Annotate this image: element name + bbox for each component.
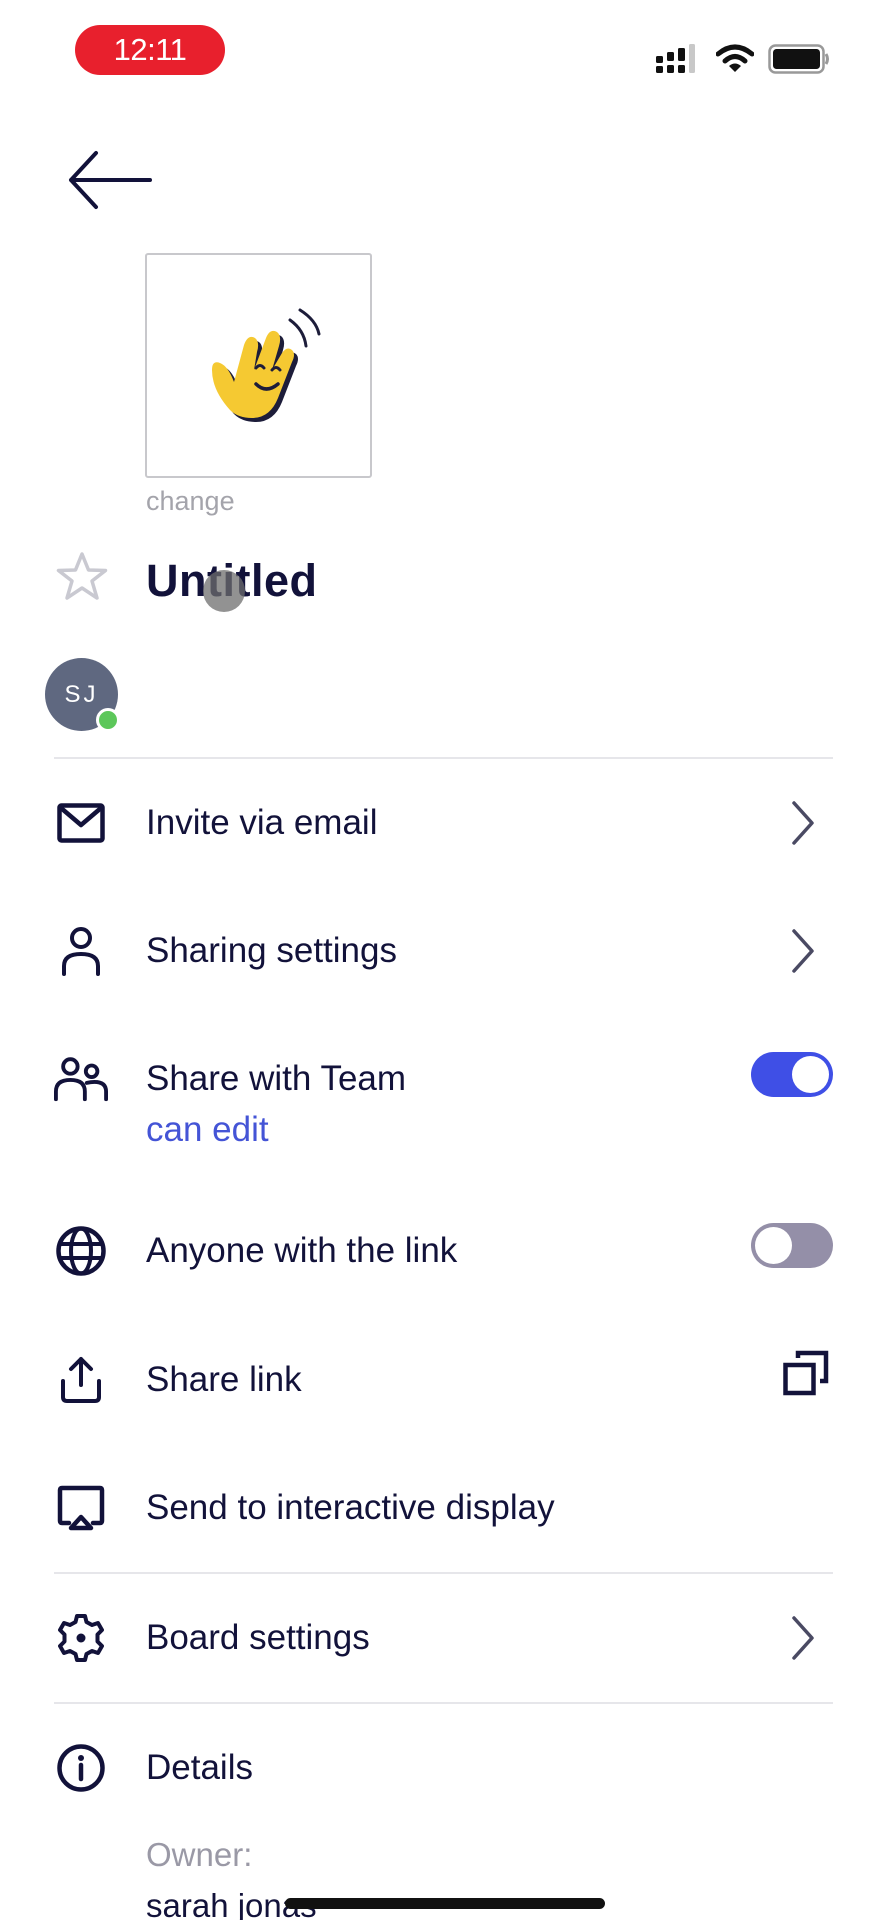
share-with-team-toggle[interactable] [751,1052,833,1097]
menu-item-label: Board settings [146,1618,370,1657]
status-time: 12:11 [75,25,225,75]
team-permission-link[interactable]: can edit [146,1110,269,1150]
menu-item-share-link[interactable]: Share link [0,1330,886,1430]
back-button[interactable] [66,150,154,210]
menu-item-details[interactable]: Details [0,1718,886,1818]
chevron-right-icon [788,799,818,852]
status-icons [656,44,830,74]
owner-label: Owner: [146,1836,253,1873]
menu-item-label: Share link [146,1360,302,1399]
menu-item-sharing-settings[interactable]: Sharing settings [0,901,886,1001]
favorite-button[interactable] [55,551,109,608]
menu-item-label: Send to interactive display [146,1488,555,1527]
menu-item-send-to-display[interactable]: Send to interactive display [0,1458,886,1558]
anyone-with-link-toggle[interactable] [751,1223,833,1268]
online-status-dot [96,708,120,732]
board-thumbnail[interactable] [145,253,372,478]
waving-hand-icon [212,308,321,422]
person-icon [54,924,108,978]
menu-item-share-with-team: Share with Team [0,1029,886,1129]
divider [54,757,833,759]
airplay-icon [54,1481,108,1535]
share-upload-icon [54,1353,108,1407]
battery-icon [768,44,829,74]
signal-icon [656,44,695,73]
copy-icon [783,1350,829,1396]
menu-item-board-settings[interactable]: Board settings [0,1588,886,1688]
menu-item-invite-email[interactable]: Invite via email [0,773,886,873]
chevron-right-icon [788,1614,818,1667]
wifi-icon [716,44,754,72]
menu-item-label: Share with Team [146,1059,407,1098]
globe-icon [54,1224,108,1278]
gear-icon [54,1611,108,1665]
change-thumbnail-link[interactable]: change [146,486,235,517]
divider [54,1702,833,1704]
chevron-right-icon [788,927,818,980]
info-icon [54,1741,108,1795]
toggle-knob [755,1227,792,1264]
arrow-left-icon [69,151,152,209]
menu-item-label: Anyone with the link [146,1231,458,1270]
mail-icon [54,796,108,850]
people-icon [54,1052,108,1106]
toggle-knob [792,1056,829,1093]
menu-item-label: Invite via email [146,803,378,842]
star-outline-icon [56,552,108,600]
copy-link-button[interactable] [783,1350,829,1401]
touch-indicator [203,570,245,612]
menu-item-label: Sharing settings [146,931,397,970]
menu-item-label: Details [146,1748,253,1787]
home-indicator[interactable] [285,1898,605,1909]
menu-item-anyone-with-link: Anyone with the link [0,1201,886,1301]
divider [54,1572,833,1574]
